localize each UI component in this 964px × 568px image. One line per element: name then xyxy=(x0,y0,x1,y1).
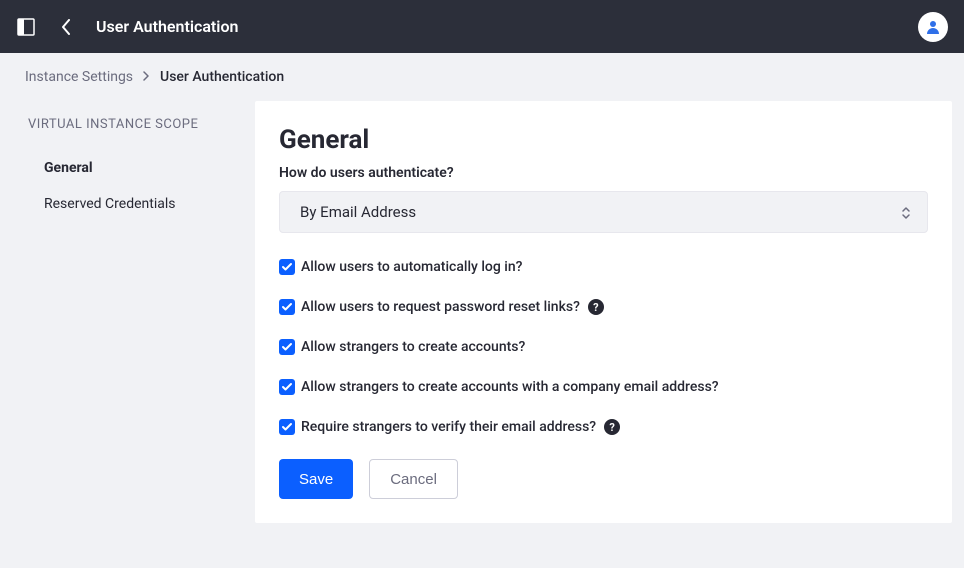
sidebar: Virtual Instance Scope General Reserved … xyxy=(12,101,255,222)
help-icon[interactable]: ? xyxy=(604,419,620,435)
auth-method-select[interactable]: By Email Address xyxy=(279,191,928,233)
panel-toggle-icon[interactable] xyxy=(16,17,36,37)
cancel-button[interactable]: Cancel xyxy=(369,459,458,499)
auth-method-value: By Email Address xyxy=(279,191,928,233)
save-button[interactable]: Save xyxy=(279,459,353,499)
check-auto-login-label: Allow users to automatically log in? xyxy=(301,259,522,275)
chevron-right-icon xyxy=(143,69,150,85)
check-strangers-company-email-label: Allow strangers to create accounts with … xyxy=(301,379,719,395)
checkbox-password-reset[interactable] xyxy=(279,299,295,315)
topbar: User Authentication xyxy=(0,0,964,53)
topbar-left: User Authentication xyxy=(16,15,238,39)
check-verify-email: Require strangers to verify their email … xyxy=(279,419,928,435)
check-strangers-create: Allow strangers to create accounts? xyxy=(279,339,928,355)
checkbox-verify-email[interactable] xyxy=(279,419,295,435)
content: Virtual Instance Scope General Reserved … xyxy=(0,101,964,535)
check-password-reset-label: Allow users to request password reset li… xyxy=(301,299,580,315)
back-button[interactable] xyxy=(54,15,78,39)
sidebar-item-general[interactable]: General xyxy=(28,150,255,186)
help-icon[interactable]: ? xyxy=(588,299,604,315)
check-password-reset: Allow users to request password reset li… xyxy=(279,299,928,315)
breadcrumb: Instance Settings User Authentication xyxy=(0,53,964,101)
breadcrumb-parent[interactable]: Instance Settings xyxy=(25,69,133,85)
sidebar-heading: Virtual Instance Scope xyxy=(28,117,255,132)
checkbox-auto-login[interactable] xyxy=(279,259,295,275)
sidebar-item-reserved-credentials[interactable]: Reserved Credentials xyxy=(28,186,255,222)
check-verify-email-label: Require strangers to verify their email … xyxy=(301,419,596,435)
user-avatar[interactable] xyxy=(918,12,948,42)
check-auto-login: Allow users to automatically log in? xyxy=(279,259,928,275)
check-strangers-company-email: Allow strangers to create accounts with … xyxy=(279,379,928,395)
panel-title: General xyxy=(279,125,928,155)
check-strangers-create-label: Allow strangers to create accounts? xyxy=(301,339,525,355)
breadcrumb-current: User Authentication xyxy=(160,69,284,85)
select-caret-icon xyxy=(900,205,914,219)
checkbox-strangers-create[interactable] xyxy=(279,339,295,355)
checkbox-strangers-company-email[interactable] xyxy=(279,379,295,395)
auth-method-label: How do users authenticate? xyxy=(279,165,928,181)
page-title: User Authentication xyxy=(96,17,238,36)
button-row: Save Cancel xyxy=(279,459,928,499)
main-panel: General How do users authenticate? By Em… xyxy=(255,101,952,523)
